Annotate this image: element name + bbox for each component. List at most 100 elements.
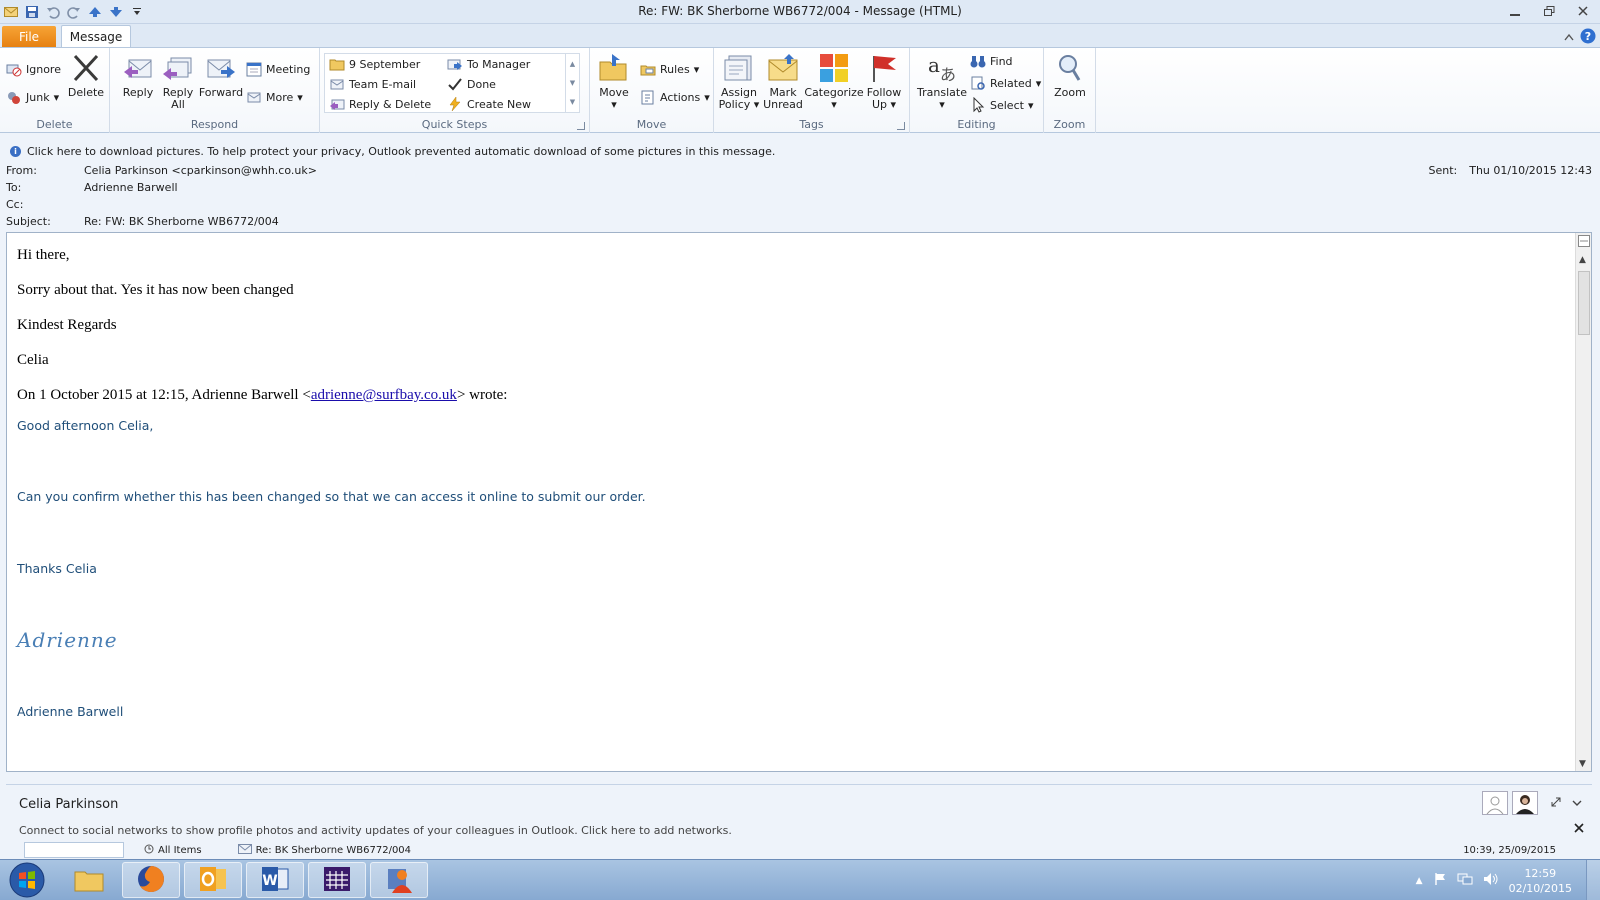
dropdown-arrow-icon: ▾ (611, 98, 617, 111)
tab-message[interactable]: Message (61, 25, 131, 48)
rules-button[interactable]: Rules ▾ (640, 60, 699, 78)
scroll-up-arrow-icon[interactable]: ▲ (1579, 255, 1586, 265)
taskbar-calendar-app[interactable] (308, 862, 366, 898)
select-button[interactable]: Select ▾ (970, 96, 1033, 114)
body-sender-name: Celia (17, 352, 49, 368)
recipient-name[interactable]: Adrienne Barwell (84, 181, 178, 197)
people-pane-avatars (1482, 791, 1582, 815)
quote-email-link[interactable]: adrienne@surfbay.co.uk (311, 387, 457, 403)
activity-item[interactable]: Re: BK Sherborne WB6772/004 (237, 843, 411, 857)
more-respond-button[interactable]: More ▾ (246, 88, 303, 106)
tags-launcher-icon[interactable] (897, 122, 905, 130)
quick-steps-launcher-icon[interactable] (577, 122, 585, 130)
forward-button[interactable]: Forward (198, 52, 244, 99)
people-pane-activity-list: All Items Re: BK Sherborne WB6772/004 10… (24, 841, 1580, 859)
ignore-button[interactable]: Ignore (6, 60, 61, 78)
quick-step-create-new[interactable]: Create New (447, 95, 531, 113)
quoted-thanks: Thanks Celia (17, 561, 97, 576)
avatar-placeholder[interactable] (1482, 791, 1508, 815)
taskbar-clock[interactable]: 12:59 02/10/2015 (1509, 866, 1572, 896)
zoom-button[interactable]: Zoom (1048, 52, 1092, 99)
related-button[interactable]: Related ▾ (970, 74, 1041, 92)
reply-button[interactable]: Reply (118, 52, 158, 99)
follow-up-button[interactable]: Follow Up ▾ (864, 52, 904, 111)
expand-pane-icon[interactable] (1550, 796, 1562, 811)
tab-file[interactable]: File (2, 26, 56, 48)
collapse-pane-icon[interactable] (1572, 797, 1582, 810)
ribbon-tab-row-right: ? (1564, 28, 1596, 47)
quick-steps-scroll[interactable]: ▲ ▼ ▼ (565, 54, 579, 112)
categorize-button[interactable]: Categorize ▾ (804, 52, 864, 111)
mark-unread-button[interactable]: Mark Unread (762, 52, 804, 111)
close-button[interactable] (1566, 0, 1600, 22)
dropdown-arrow-icon: ▾ (693, 62, 700, 76)
quick-step-9-september[interactable]: 9 September (329, 55, 420, 73)
scroll-up-icon[interactable]: ▲ (570, 60, 575, 68)
avatar[interactable] (1512, 791, 1538, 815)
show-hidden-icons[interactable]: ▲ (1416, 876, 1423, 886)
split-view-icon[interactable] (1578, 235, 1590, 250)
volume-icon[interactable] (1483, 872, 1499, 889)
tags-group: Assign Policy ▾ Mark Unread Categorize ▾… (714, 48, 910, 133)
taskbar-firefox[interactable] (122, 862, 180, 898)
reply-delete-icon (329, 96, 345, 112)
show-desktop-button[interactable] (1586, 860, 1600, 900)
start-button[interactable] (4, 861, 50, 899)
close-pane-icon[interactable] (1574, 823, 1584, 836)
network-icon[interactable] (1457, 872, 1473, 889)
folder-icon (74, 866, 104, 895)
activity-placeholder-box (24, 842, 124, 858)
find-button[interactable]: Find (970, 52, 1013, 70)
junk-button[interactable]: Junk ▾ (6, 88, 59, 106)
move-button[interactable]: Move ▾ (594, 52, 634, 111)
social-networks-prompt[interactable]: Connect to social networks to show profi… (19, 824, 732, 837)
ribbon-tab-row: File Message ? (0, 24, 1600, 48)
reply-all-button[interactable]: Reply All (158, 52, 198, 111)
system-tray: ▲ 12:59 02/10/2015 (1416, 860, 1572, 900)
minimize-ribbon-icon[interactable] (1564, 31, 1574, 44)
translate-button[interactable]: aあ Translate ▾ (914, 52, 970, 111)
action-center-flag-icon[interactable] (1433, 872, 1447, 889)
assign-policy-button[interactable]: Assign Policy ▾ (718, 52, 760, 111)
taskbar-explorer[interactable] (60, 862, 118, 898)
taskbar-contacts-app[interactable] (370, 862, 428, 898)
quick-step-team-email[interactable]: Team E-mail (329, 75, 416, 93)
restore-button[interactable] (1532, 0, 1566, 22)
clock-date: 02/10/2015 (1508, 881, 1572, 895)
download-pictures-infobar[interactable]: i Click here to download pictures. To he… (0, 141, 1600, 161)
taskbar-outlook[interactable] (184, 862, 242, 898)
help-icon[interactable]: ? (1580, 28, 1596, 47)
related-icon (970, 75, 986, 91)
tab-all-items[interactable]: All Items (144, 844, 202, 857)
minimize-button[interactable] (1498, 0, 1532, 22)
delete-button[interactable]: Delete (66, 52, 106, 99)
quick-step-to-manager[interactable]: To Manager (447, 55, 530, 73)
move-group-label: Move (636, 118, 667, 131)
quote-header: On 1 October 2015 at 12:15, Adrienne Bar… (17, 387, 508, 403)
scroll-down-arrow-icon[interactable]: ▼ (1579, 759, 1586, 769)
editing-group-label: Editing (957, 118, 996, 131)
scrollbar-thumb[interactable] (1578, 271, 1590, 335)
cursor-icon (970, 96, 986, 113)
quick-step-done[interactable]: Done (447, 75, 496, 93)
meeting-button[interactable]: Meeting (246, 60, 310, 78)
reply-icon (122, 52, 154, 84)
sender-name[interactable]: Celia Parkinson <cparkinson@whh.co.uk> (84, 164, 317, 180)
more-icon (246, 89, 262, 105)
activity-item-date: 10:39, 25/09/2015 (1463, 844, 1556, 856)
forward-small-icon (447, 56, 463, 72)
magnifier-icon (1054, 52, 1086, 84)
expand-gallery-icon[interactable]: ▼ (570, 98, 575, 106)
quick-step-reply-delete[interactable]: Reply & Delete (329, 95, 431, 113)
taskbar-word[interactable]: W (246, 862, 304, 898)
message-body[interactable]: Hi there, Sorry about that. Yes it has n… (6, 232, 1592, 772)
respond-group: Reply Reply All Forward Meeting More ▾ R… (110, 48, 320, 133)
quick-steps-group-label: Quick Steps (421, 118, 488, 131)
body-line: Sorry about that. Yes it has now been ch… (17, 282, 294, 298)
body-scrollbar[interactable]: ▲ ▼ (1575, 233, 1591, 771)
translate-icon: aあ (926, 52, 958, 84)
lightning-icon (447, 96, 463, 112)
actions-button[interactable]: Actions ▾ (640, 88, 710, 106)
scroll-down-icon[interactable]: ▼ (570, 79, 575, 87)
word-icon: W (260, 865, 290, 896)
